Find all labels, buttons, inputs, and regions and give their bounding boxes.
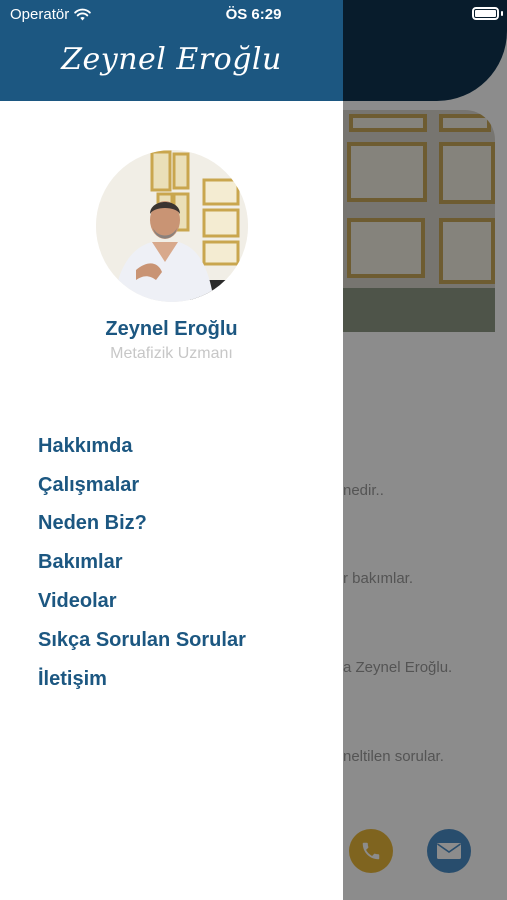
menu-item-bakimlar[interactable]: Bakımlar <box>38 543 246 582</box>
battery-cap <box>501 11 503 16</box>
menu-item-sss[interactable]: Sıkça Sorulan Sorular <box>38 621 246 660</box>
drawer-menu: Hakkımda Çalışmalar Neden Biz? Bakımlar … <box>38 427 246 699</box>
profile-photo <box>96 150 248 302</box>
menu-item-neden-biz[interactable]: Neden Biz? <box>38 505 246 544</box>
avatar <box>96 150 248 302</box>
menu-item-videolar[interactable]: Videolar <box>38 582 246 621</box>
profile-title: Metafizik Uzmanı <box>110 345 233 362</box>
signature-logo: Zeynel Eroğlu <box>61 42 282 77</box>
status-time: ÖS 6:29 <box>225 6 282 23</box>
menu-item-iletisim[interactable]: İletişim <box>38 660 246 699</box>
battery-icon <box>472 7 499 20</box>
status-bar: Operatör ÖS 6:29 <box>0 0 507 28</box>
side-drawer: Zeynel Eroğlu Zeynel Eroğlu Metafizik Uz… <box>0 0 343 900</box>
menu-item-hakkimda[interactable]: Hakkımda <box>38 427 246 466</box>
menu-item-calismalar[interactable]: Çalışmalar <box>38 466 246 505</box>
profile-name: Zeynel Eroğlu <box>105 318 238 340</box>
